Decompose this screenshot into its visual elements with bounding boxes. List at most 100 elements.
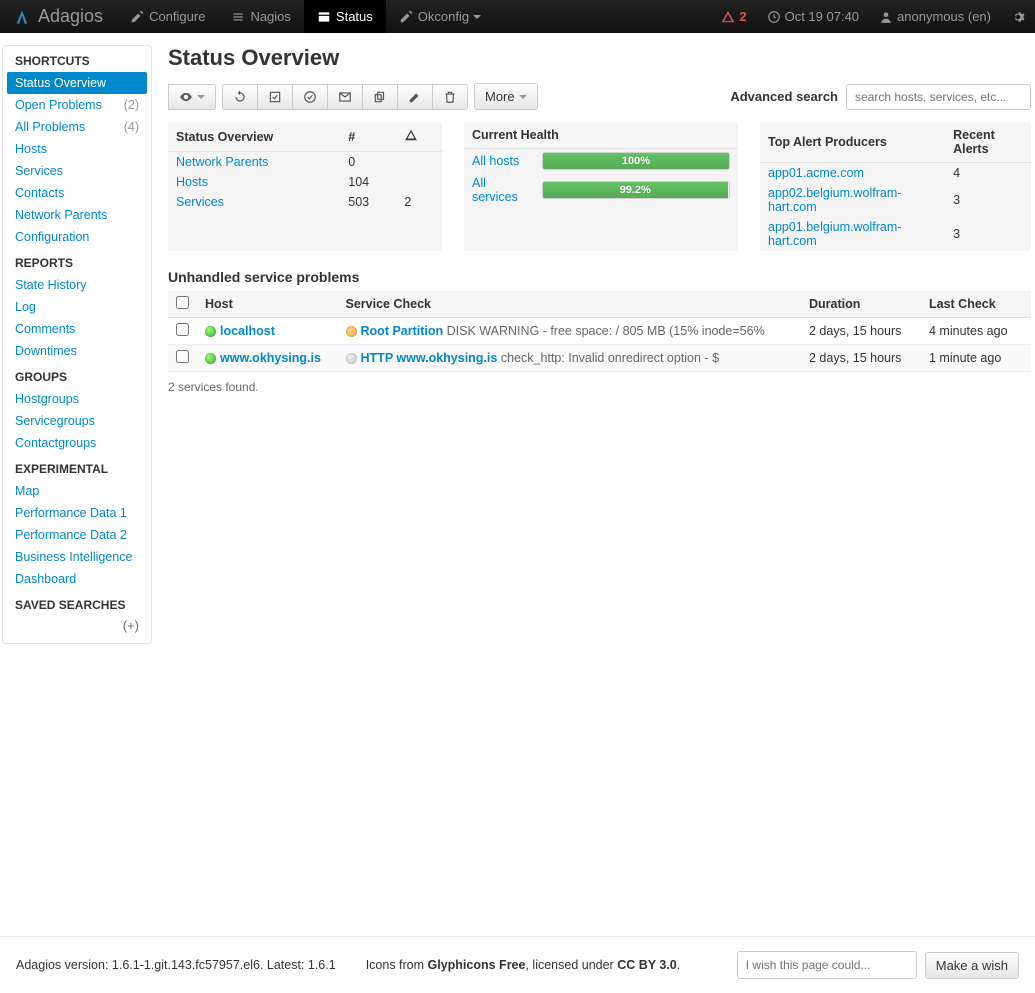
col-service: Service Check (338, 291, 801, 318)
alert-host[interactable]: app02.belgium.wolfram-hart.com (768, 186, 901, 214)
refresh-icon (233, 90, 247, 104)
status-dot-icon (205, 326, 216, 337)
top-alerts-card: Top Alert Producers Recent Alerts app01.… (760, 122, 1031, 251)
sidebar-item-label: Services (15, 164, 63, 178)
sidebar-item[interactable]: Map (3, 480, 151, 502)
row-label[interactable]: All hosts (472, 154, 519, 168)
sidebar-item[interactable]: Servicegroups (3, 410, 151, 432)
col-lastcheck: Last Check (921, 291, 1031, 318)
copy-icon (373, 90, 387, 104)
sidebar-item[interactable]: Performance Data 2 (3, 524, 151, 546)
col-recent: Recent Alerts (945, 122, 1031, 163)
row-checkbox[interactable] (176, 323, 189, 336)
row-count: 104 (340, 172, 396, 192)
sidebar-item[interactable]: Services (3, 160, 151, 182)
row-checkbox[interactable] (176, 350, 189, 363)
nav-datetime[interactable]: Oct 19 07:40 (757, 0, 869, 33)
host-link[interactable]: localhost (220, 324, 275, 338)
sidebar-item[interactable]: Configuration (3, 226, 151, 248)
nav-nagios[interactable]: Nagios (218, 0, 303, 33)
sidebar-item[interactable]: Business Intelligence (3, 546, 151, 568)
sidebar-item-label: Performance Data 1 (15, 506, 127, 520)
user-icon (879, 10, 893, 24)
caret-icon (519, 95, 527, 99)
status-overview-card: Status Overview # Network Parents0Hosts1… (168, 122, 442, 251)
advanced-search-link[interactable]: Advanced search (730, 89, 838, 104)
progress-bar: 100% (542, 152, 730, 170)
row-label[interactable]: All services (472, 176, 518, 204)
card-title: Status Overview (168, 122, 340, 152)
wish-button[interactable]: Make a wish (925, 952, 1019, 979)
sidebar-item[interactable]: Downtimes (3, 340, 151, 362)
sidebar-item-label: Contactgroups (15, 436, 96, 450)
sidebar-item[interactable]: Status Overview (7, 72, 147, 94)
delete-button[interactable] (432, 84, 468, 110)
sidebar-item[interactable]: Performance Data 1 (3, 502, 151, 524)
nav-configure-label: Configure (149, 9, 205, 24)
sidebar-item[interactable]: Open Problems(2) (3, 94, 151, 116)
row-label[interactable]: Services (176, 195, 224, 209)
ack-button[interactable] (257, 84, 293, 110)
nav-settings[interactable] (1001, 0, 1035, 33)
brand[interactable]: Adagios (0, 6, 117, 27)
sidebar-item-label: Performance Data 2 (15, 528, 127, 542)
notify-button[interactable] (327, 84, 363, 110)
row-warn: 2 (396, 192, 442, 212)
toolbar: More Advanced search (168, 83, 1031, 110)
nav-configure[interactable]: Configure (117, 0, 218, 33)
add-saved-search[interactable]: (+) (3, 616, 151, 635)
sidebar-item[interactable]: All Problems(4) (3, 116, 151, 138)
last-check: 4 minutes ago (921, 318, 1031, 345)
view-dropdown-button[interactable] (168, 84, 216, 110)
nav-okconfig-label: Okconfig (418, 9, 469, 24)
sidebar-item[interactable]: Log (3, 296, 151, 318)
duration: 2 days, 15 hours (801, 345, 921, 372)
status-dot-icon (205, 353, 216, 364)
col-checkbox (168, 291, 197, 318)
refresh-button[interactable] (222, 84, 258, 110)
edit-button[interactable] (397, 84, 433, 110)
alert-host[interactable]: app01.acme.com (768, 166, 864, 180)
alert-count: 4 (945, 163, 1031, 184)
select-all-checkbox[interactable] (176, 296, 189, 309)
nav-alerts[interactable]: 2 (711, 0, 756, 33)
sidebar-item[interactable]: Hosts (3, 138, 151, 160)
brand-label: Adagios (38, 6, 103, 27)
copy-button[interactable] (362, 84, 398, 110)
sidebar-item[interactable]: State History (3, 274, 151, 296)
sidebar-item-label: Network Parents (15, 208, 107, 222)
recheck-button[interactable] (292, 84, 328, 110)
alert-host[interactable]: app01.belgium.wolfram-hart.com (768, 220, 901, 248)
circle-check-icon (303, 90, 317, 104)
sidebar-item[interactable]: Network Parents (3, 204, 151, 226)
sidebar-item[interactable]: Contactgroups (3, 432, 151, 454)
edit-icon (130, 10, 144, 24)
sidebar-item[interactable]: Contacts (3, 182, 151, 204)
table-row: app01.belgium.wolfram-hart.com3 (760, 217, 1031, 251)
sidebar-item-label: Log (15, 300, 36, 314)
duration: 2 days, 15 hours (801, 318, 921, 345)
sidebar-item[interactable]: Comments (3, 318, 151, 340)
sidebar-item-label: Comments (15, 322, 75, 336)
row-label[interactable]: Hosts (176, 175, 208, 189)
row-label[interactable]: Network Parents (176, 155, 268, 169)
warning-icon (404, 128, 418, 142)
more-dropdown-button[interactable]: More (474, 83, 538, 110)
host-link[interactable]: www.okhysing.is (220, 351, 321, 365)
card-title: Top Alert Producers (760, 122, 945, 163)
status-dot-icon (346, 353, 357, 364)
nav-status[interactable]: Status (304, 0, 386, 33)
nav-okconfig[interactable]: Okconfig (386, 0, 494, 33)
service-link[interactable]: Root Partition (361, 324, 444, 338)
pencil-icon (408, 90, 422, 104)
datetime-label: Oct 19 07:40 (785, 9, 859, 24)
sidebar-item-label: Servicegroups (15, 414, 95, 428)
service-link[interactable]: HTTP www.okhysing.is (361, 351, 498, 365)
result-count: 2 services found. (168, 380, 1031, 394)
nav-user[interactable]: anonymous (en) (869, 0, 1001, 33)
wish-input[interactable] (737, 951, 917, 979)
sidebar-item[interactable]: Hostgroups (3, 388, 151, 410)
sidebar-item[interactable]: Dashboard (3, 568, 151, 590)
sidebar-item-label: Hosts (15, 142, 47, 156)
search-input[interactable] (846, 84, 1031, 110)
